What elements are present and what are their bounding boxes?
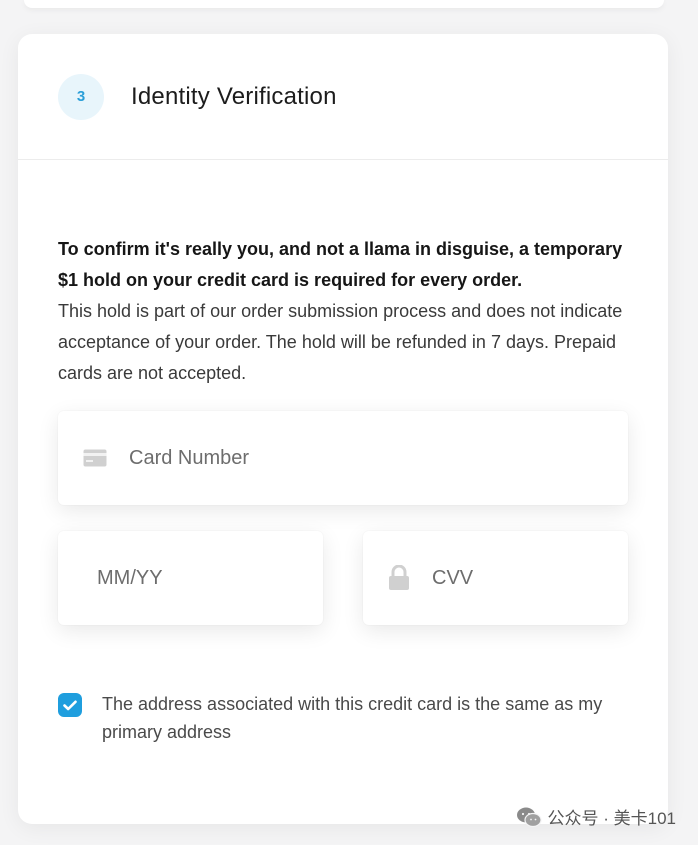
- section-title: Identity Verification: [131, 82, 337, 110]
- cvv-placeholder: CVV: [432, 566, 474, 589]
- previous-section-edge: [24, 0, 664, 8]
- check-icon: [63, 700, 77, 710]
- same-address-checkbox[interactable]: [58, 693, 82, 717]
- expiry-cvv-row: MM/YY CVV: [58, 531, 628, 625]
- wechat-icon: [516, 806, 542, 828]
- expiry-field[interactable]: MM/YY: [58, 531, 323, 625]
- section-header: 3 Identity Verification: [18, 34, 668, 160]
- watermark: 公众号 · 美卡101: [516, 804, 676, 829]
- same-address-label: The address associated with this credit …: [102, 694, 603, 742]
- identity-verification-card: 3 Identity Verification To confirm it's …: [18, 34, 668, 824]
- intro-body-text: This hold is part of our order submissio…: [58, 301, 623, 383]
- step-number-badge: 3: [58, 73, 104, 120]
- intro-bold-text: To confirm it's really you, and not a ll…: [58, 239, 623, 290]
- expiry-placeholder: MM/YY: [97, 566, 163, 589]
- same-address-option: The address associated with this credit …: [58, 690, 628, 746]
- lock-icon: [388, 565, 410, 591]
- section-body: To confirm it's really you, and not a ll…: [18, 160, 668, 746]
- credit-card-icon: [83, 449, 107, 467]
- card-number-field[interactable]: Card Number: [58, 411, 628, 505]
- card-number-placeholder: Card Number: [129, 446, 250, 469]
- watermark-text: 公众号 · 美卡101: [547, 809, 676, 828]
- cvv-field[interactable]: CVV: [363, 531, 628, 625]
